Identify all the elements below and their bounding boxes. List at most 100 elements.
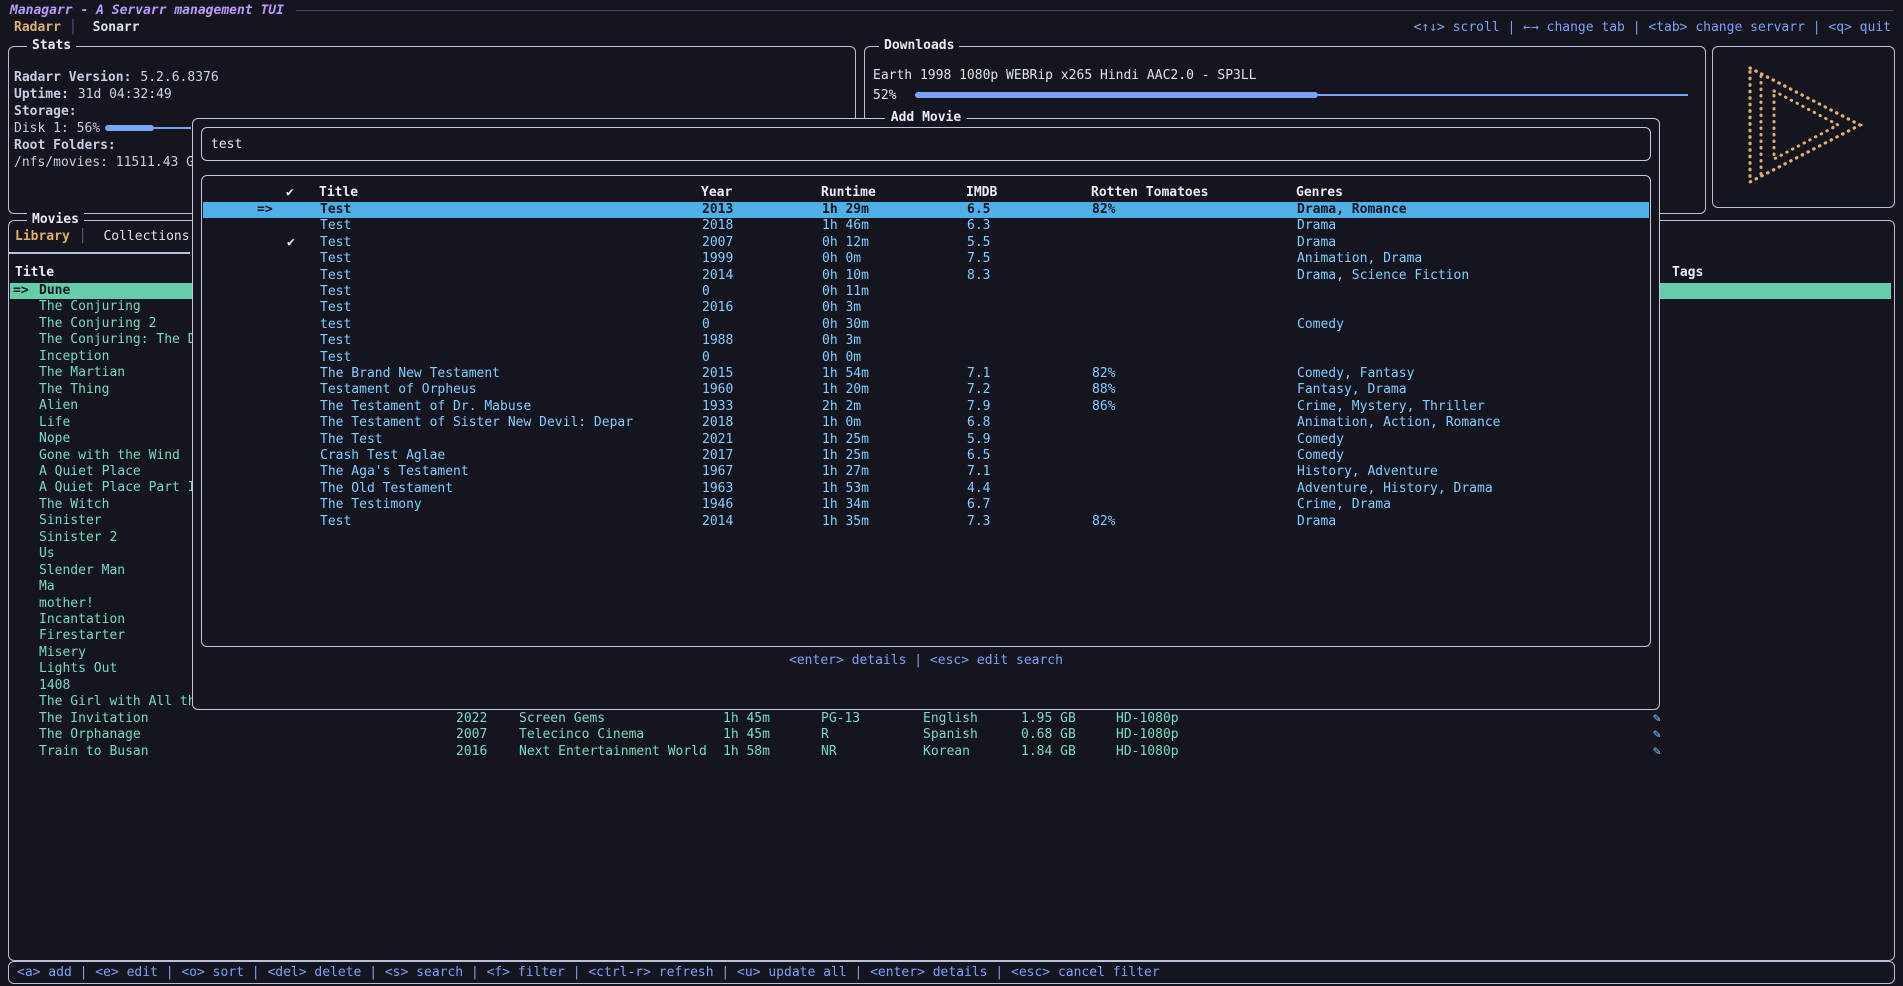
movie-title: mother! (39, 596, 202, 612)
movie-title: Alien (39, 398, 202, 414)
movie-title: Incantation (39, 612, 202, 628)
add-movie-row[interactable]: Test00h 11m (203, 284, 1649, 300)
add-movie-row[interactable]: ✔Test20070h 12m5.5Drama (203, 235, 1649, 251)
movie-language: Spanish (923, 727, 978, 743)
tab-radarr[interactable]: Radarr (14, 20, 61, 35)
movie-runtime: 1h 45m (723, 711, 770, 727)
result-imdb: 7.2 (967, 382, 990, 398)
result-imdb: 6.3 (967, 218, 990, 234)
add-movie-row[interactable]: The Aga's Testament19671h 27m7.1History,… (203, 464, 1649, 480)
movie-title: The Conjuring: The De (39, 332, 202, 348)
result-genres: Drama (1297, 514, 1336, 530)
result-imdb: 5.5 (967, 235, 990, 251)
add-movie-row[interactable]: test00h 30mComedy (203, 317, 1649, 333)
result-year: 0 (702, 284, 710, 300)
result-title: The Testament of Sister New Devil: Depar (320, 415, 696, 431)
movie-year: 2022 (456, 711, 487, 727)
add-movie-row[interactable]: Test 0 0h 0m (203, 350, 1649, 366)
add-movie-row[interactable]: The Test20211h 25m5.9Comedy (203, 432, 1649, 448)
add-movie-row[interactable]: Test20140h 10m8.3Drama, Science Fiction (203, 268, 1649, 284)
result-runtime: 1h 20m (822, 382, 869, 398)
movie-title: Firestarter (39, 628, 202, 644)
result-year: 1988 (702, 333, 733, 349)
movie-certification: PG-13 (821, 711, 860, 727)
result-year: 2016 (702, 300, 733, 316)
movie-quality: HD-1080p (1116, 744, 1179, 760)
result-runtime: 0h 3m (822, 300, 861, 316)
result-rotten_tomatoes: 82% (1092, 202, 1115, 218)
result-runtime: 0h 0m (822, 251, 861, 267)
add-movie-row[interactable]: Test19990h 0m7.5Animation, Drama (203, 251, 1649, 267)
result-runtime: 0h 3m (822, 333, 861, 349)
result-title: Test (320, 514, 696, 530)
result-genres: Comedy (1297, 432, 1344, 448)
result-runtime: 0h 0m (822, 350, 861, 366)
library-row[interactable]: Train to Busan2016Next Entertainment Wor… (10, 744, 1891, 760)
add-movie-row[interactable]: The Testimony19461h 34m6.7Crime, Drama (203, 497, 1649, 513)
movie-language: English (923, 711, 978, 727)
column-genres: Genres (1296, 185, 1343, 200)
result-genres: Drama, Romance (1297, 202, 1407, 218)
movie-year: 2016 (456, 744, 487, 760)
add-movie-row[interactable]: The Testament of Sister New Devil: Depar… (203, 415, 1649, 431)
add-movie-row[interactable]: Crash Test Aglae20171h 25m6.5Comedy (203, 448, 1649, 464)
add-movie-row[interactable]: The Brand New Testament20151h 54m7.182%C… (203, 366, 1649, 382)
global-help-text: <↑↓> scroll | ←→ change tab | <tab> chan… (1414, 20, 1891, 35)
result-genres: Comedy (1297, 448, 1344, 464)
disk-gauge-fill (105, 125, 154, 131)
result-rotten_tomatoes: 88% (1092, 382, 1115, 398)
result-title: Test (320, 300, 696, 316)
library-row[interactable]: The Invitation2022Screen Gems1h 45mPG-13… (10, 711, 1891, 727)
download-gauge-line (1318, 94, 1688, 96)
result-year: 0 (702, 350, 710, 366)
add-movie-row[interactable]: The Old Testament19631h 53m4.4Adventure,… (203, 481, 1649, 497)
add-movie-modal: Add Movie ✔ Title Year Runtime IMDB Rott… (192, 118, 1660, 710)
tabs-underline (9, 252, 190, 254)
result-genres: History, Adventure (1297, 464, 1438, 480)
result-title: Testament of Orpheus (320, 382, 696, 398)
add-movie-title: Add Movie (885, 110, 967, 125)
managarr-play-logo-icon (1732, 62, 1874, 190)
movie-certification: NR (821, 744, 837, 760)
movie-title: Nope (39, 431, 202, 447)
movie-title: Sinister (39, 513, 202, 529)
add-movie-help-text: <enter> details | <esc> edit search (193, 653, 1659, 668)
column-year: Year (701, 185, 732, 200)
tab-sonarr[interactable]: Sonarr (93, 20, 140, 35)
selection-marker: => (257, 202, 273, 218)
add-movie-search-box (201, 127, 1651, 161)
movie-title: The Conjuring 2 (39, 316, 202, 332)
result-genres: Crime, Mystery, Thriller (1297, 399, 1485, 415)
add-movie-row[interactable]: Testament of Orpheus19601h 20m7.288%Fant… (203, 382, 1649, 398)
result-year: 1960 (702, 382, 733, 398)
result-imdb: 7.5 (967, 251, 990, 267)
add-movie-row[interactable]: =>Test20131h 29m6.582%Drama, Romance (203, 202, 1649, 218)
result-runtime: 1h 29m (822, 202, 869, 218)
column-title: Title (15, 265, 54, 280)
tab-divider: │ (69, 20, 77, 35)
add-movie-row[interactable]: Test20181h 46m6.3Drama (203, 218, 1649, 234)
result-title: The Aga's Testament (320, 464, 696, 480)
result-title: Test (320, 235, 696, 251)
footer-help-text: <a> add | <e> edit | <o> sort | <del> de… (17, 963, 1160, 982)
movies-panel-title: Movies (27, 212, 84, 227)
tab-collections[interactable]: Collections (103, 229, 189, 244)
add-movie-row[interactable]: Test19880h 3m (203, 333, 1649, 349)
movie-quality: HD-1080p (1116, 711, 1179, 727)
add-movie-row[interactable]: Test 2016 0h 3m (203, 300, 1649, 316)
library-row[interactable]: The Orphanage2007Telecinco Cinema1h 45mR… (10, 727, 1891, 743)
download-gauge (915, 87, 1690, 104)
result-imdb: 6.7 (967, 497, 990, 513)
tab-library[interactable]: Library (15, 229, 70, 244)
result-title: Test (320, 251, 696, 267)
version-label: Radarr Version: (14, 70, 131, 85)
result-runtime: 1h 53m (822, 481, 869, 497)
add-movie-search-input[interactable] (202, 128, 1650, 160)
result-rotten_tomatoes: 82% (1092, 366, 1115, 382)
movie-runtime: 1h 45m (723, 727, 770, 743)
add-movie-row[interactable]: The Testament of Dr. Mabuse19332h 2m7.98… (203, 399, 1649, 415)
result-title: Test (320, 350, 696, 366)
movies-tabs: Library│ Collections│ (15, 229, 215, 244)
disk-gauge (105, 120, 193, 137)
add-movie-row[interactable]: Test20141h 35m7.382%Drama (203, 514, 1649, 530)
